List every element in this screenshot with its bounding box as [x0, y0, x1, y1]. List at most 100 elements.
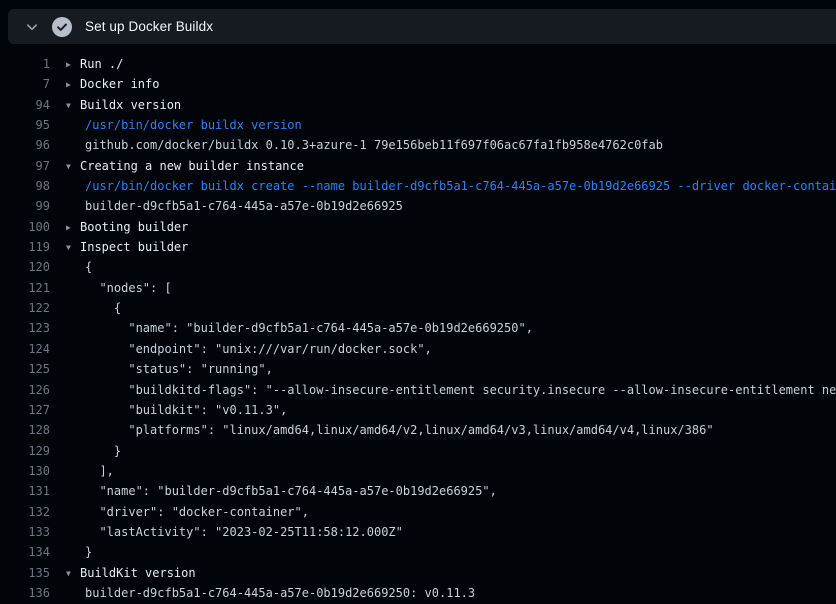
line-number[interactable]: 132: [0, 502, 50, 522]
line-number[interactable]: 95: [0, 115, 50, 135]
line-number[interactable]: 122: [0, 298, 50, 318]
line-number[interactable]: 120: [0, 257, 50, 277]
log-group-title: Buildx version: [80, 98, 181, 112]
log-line: 94 ▼Buildx version: [0, 95, 836, 115]
log-line: 129 }: [0, 441, 836, 461]
step-title: Set up Docker Buildx: [85, 19, 213, 34]
log-output-text: "nodes": [: [66, 278, 172, 298]
line-number[interactable]: 129: [0, 441, 50, 461]
log-output-text: "platforms": "linux/amd64,linux/amd64/v2…: [66, 420, 714, 440]
log-group-title: Creating a new builder instance: [80, 159, 304, 173]
log-line: 133 "lastActivity": "2023-02-25T11:58:12…: [0, 522, 836, 542]
triangle-right-icon: ▶: [66, 55, 80, 75]
log-line: 95 /usr/bin/docker buildx version: [0, 115, 836, 135]
log-line: 100 ▶Booting builder: [0, 217, 836, 237]
log-group-header[interactable]: ▼Inspect builder: [66, 237, 188, 258]
log-output-text: "status": "running",: [66, 359, 273, 379]
log-output-text: "buildkitd-flags": "--allow-insecure-ent…: [66, 380, 836, 400]
log-line: 98 /usr/bin/docker buildx create --name …: [0, 176, 836, 196]
line-number[interactable]: 128: [0, 420, 50, 440]
line-number[interactable]: 123: [0, 318, 50, 338]
log-line: 7 ▶Docker info: [0, 74, 836, 94]
log-output-text: "driver": "docker-container",: [66, 502, 309, 522]
chevron-down-icon[interactable]: [24, 19, 40, 35]
log-line: 99 builder-d9cfb5a1-c764-445a-a57e-0b19d…: [0, 196, 836, 216]
line-number[interactable]: 125: [0, 359, 50, 379]
log-line: 1 ▶Run ./: [0, 54, 836, 74]
log-group-title: Run ./: [80, 57, 123, 71]
log-group-title: Docker info: [80, 77, 159, 91]
line-number[interactable]: 121: [0, 278, 50, 298]
log-group-header[interactable]: ▶Docker info: [66, 74, 159, 95]
log-output-text: "endpoint": "unix:///var/run/docker.sock…: [66, 339, 432, 359]
log-line: 120 {: [0, 257, 836, 277]
log-group-header[interactable]: ▶Run ./: [66, 54, 123, 75]
line-number[interactable]: 1: [0, 54, 50, 74]
log-group-header[interactable]: ▼Buildx version: [66, 95, 181, 116]
log-line: 135 ▼BuildKit version: [0, 563, 836, 583]
log-output-text: ],: [66, 461, 114, 481]
log-output-text: github.com/docker/buildx 0.10.3+azure-1 …: [66, 135, 663, 155]
log-output-text: }: [66, 441, 121, 461]
log-viewer: 1 ▶Run ./ 7 ▶Docker info 94 ▼Buildx vers…: [0, 54, 836, 603]
log-line: 132 "driver": "docker-container",: [0, 502, 836, 522]
log-line: 121 "nodes": [: [0, 278, 836, 298]
triangle-right-icon: ▶: [66, 218, 80, 238]
line-number[interactable]: 119: [0, 237, 50, 257]
log-group-title: Inspect builder: [80, 240, 188, 254]
line-number[interactable]: 130: [0, 461, 50, 481]
triangle-down-icon: ▼: [66, 96, 80, 116]
log-output-text: builder-d9cfb5a1-c764-445a-a57e-0b19d2e6…: [66, 196, 403, 216]
triangle-right-icon: ▶: [66, 75, 80, 95]
line-number[interactable]: 96: [0, 135, 50, 155]
log-group-header[interactable]: ▼BuildKit version: [66, 563, 196, 584]
log-line: 122 {: [0, 298, 836, 318]
line-number[interactable]: 124: [0, 339, 50, 359]
log-line: 134 }: [0, 542, 836, 562]
log-line: 123 "name": "builder-d9cfb5a1-c764-445a-…: [0, 318, 836, 338]
log-group-title: BuildKit version: [80, 566, 196, 580]
line-number[interactable]: 136: [0, 583, 50, 603]
log-line: 119 ▼Inspect builder: [0, 237, 836, 257]
log-line: 136 builder-d9cfb5a1-c764-445a-a57e-0b19…: [0, 583, 836, 603]
line-number[interactable]: 98: [0, 176, 50, 196]
triangle-down-icon: ▼: [66, 564, 80, 584]
log-output-text: }: [66, 542, 92, 562]
log-group-header[interactable]: ▶Booting builder: [66, 217, 188, 238]
line-number[interactable]: 7: [0, 74, 50, 94]
log-output-text: {: [66, 257, 92, 277]
log-output-text: "buildkit": "v0.11.3",: [66, 400, 287, 420]
log-output-text: "name": "builder-d9cfb5a1-c764-445a-a57e…: [66, 318, 533, 338]
log-line: 131 "name": "builder-d9cfb5a1-c764-445a-…: [0, 481, 836, 501]
line-number[interactable]: 135: [0, 563, 50, 583]
line-number[interactable]: 94: [0, 95, 50, 115]
log-output-text: "name": "builder-d9cfb5a1-c764-445a-a57e…: [66, 481, 497, 501]
log-line: 97 ▼Creating a new builder instance: [0, 156, 836, 176]
log-output-text: "lastActivity": "2023-02-25T11:58:12.000…: [66, 522, 403, 542]
triangle-down-icon: ▼: [66, 157, 80, 177]
log-line: 96 github.com/docker/buildx 0.10.3+azure…: [0, 135, 836, 155]
step-header[interactable]: Set up Docker Buildx: [8, 9, 836, 44]
line-number[interactable]: 126: [0, 380, 50, 400]
line-number[interactable]: 97: [0, 156, 50, 176]
log-line: 124 "endpoint": "unix:///var/run/docker.…: [0, 339, 836, 359]
log-group-header[interactable]: ▼Creating a new builder instance: [66, 156, 304, 177]
log-output-text: builder-d9cfb5a1-c764-445a-a57e-0b19d2e6…: [66, 583, 475, 603]
log-line: 126 "buildkitd-flags": "--allow-insecure…: [0, 380, 836, 400]
log-line: 128 "platforms": "linux/amd64,linux/amd6…: [0, 420, 836, 440]
line-number[interactable]: 134: [0, 542, 50, 562]
log-line: 130 ],: [0, 461, 836, 481]
log-command-text: /usr/bin/docker buildx create --name bui…: [66, 176, 836, 196]
line-number[interactable]: 131: [0, 481, 50, 501]
log-group-title: Booting builder: [80, 220, 188, 234]
line-number[interactable]: 99: [0, 196, 50, 216]
log-line: 127 "buildkit": "v0.11.3",: [0, 400, 836, 420]
triangle-down-icon: ▼: [66, 238, 80, 258]
line-number[interactable]: 127: [0, 400, 50, 420]
line-number[interactable]: 100: [0, 217, 50, 237]
log-line: 125 "status": "running",: [0, 359, 836, 379]
log-command-text: /usr/bin/docker buildx version: [66, 115, 302, 135]
check-circle-icon: [52, 17, 72, 37]
line-number[interactable]: 133: [0, 522, 50, 542]
log-output-text: {: [66, 298, 121, 318]
